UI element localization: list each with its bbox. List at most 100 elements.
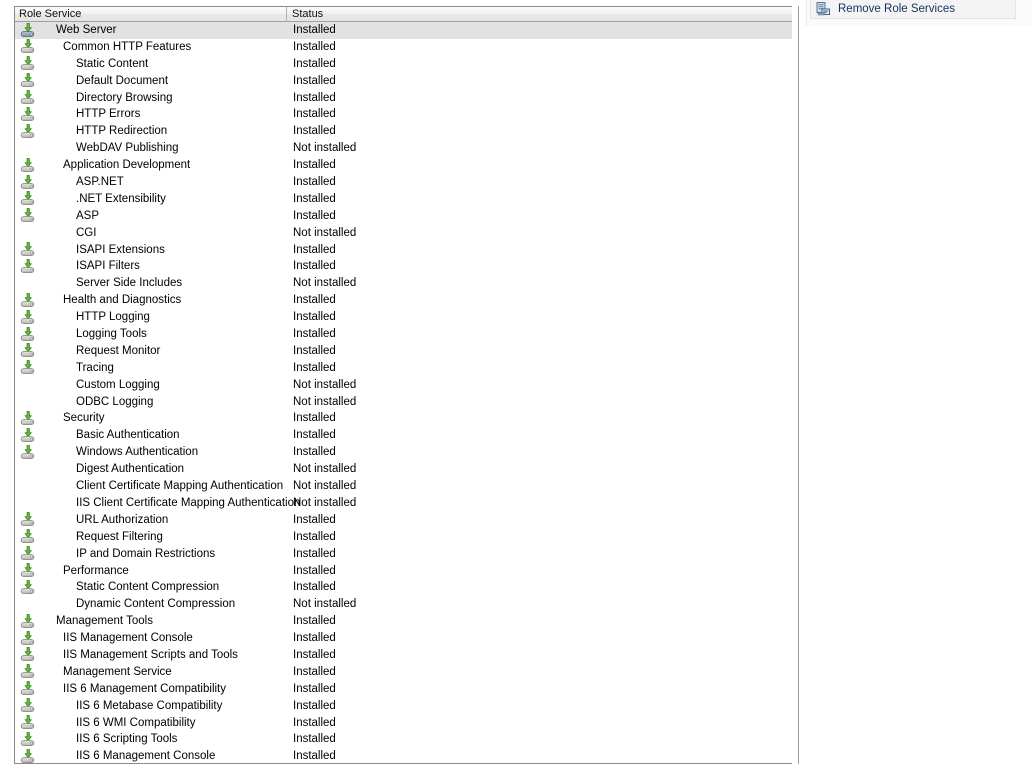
table-row[interactable]: Logging Tools Installed (15, 326, 792, 343)
table-row[interactable]: ASP.NET Installed (15, 174, 792, 191)
table-row[interactable]: IIS 6 Scripting Tools Installed (15, 731, 792, 748)
table-row[interactable]: ISAPI Extensions Installed (15, 242, 792, 259)
table-row[interactable]: Request Monitor Installed (15, 343, 792, 360)
table-row[interactable]: Performance Installed (15, 563, 792, 580)
cell-role-service: Logging Tools (15, 326, 288, 343)
table-row[interactable]: Static Content Compression Installed (15, 579, 792, 596)
role-service-installed-icon (20, 444, 36, 461)
role-service-label: Directory Browsing (76, 91, 173, 104)
table-row[interactable]: Management Service Installed (15, 664, 792, 681)
role-service-label: Static Content Compression (76, 581, 220, 594)
role-service-installed-icon (20, 580, 36, 596)
table-row[interactable]: Digest Authentication Not installed (15, 461, 792, 478)
table-row[interactable]: Client Certificate Mapping Authenticatio… (15, 478, 792, 495)
list-right-gutter (792, 6, 799, 764)
cell-status: Not installed (293, 142, 357, 155)
table-row[interactable]: IIS Client Certificate Mapping Authentic… (15, 495, 792, 512)
table-row[interactable]: Static Content Installed (15, 56, 792, 73)
cell-status: Installed (293, 91, 336, 104)
role-service-installed-icon (20, 664, 36, 680)
table-row[interactable]: .NET Extensibility Installed (15, 191, 792, 208)
cell-status: Installed (293, 665, 336, 678)
cell-status: Installed (293, 40, 336, 53)
cell-status: Installed (293, 682, 336, 695)
table-row[interactable]: Windows Authentication Installed (15, 444, 792, 461)
cell-role-service: Performance (15, 563, 288, 580)
role-service-installed-icon (20, 259, 36, 275)
role-service-installed-icon (20, 647, 36, 663)
cell-role-service: IIS 6 Management Compatibility (15, 681, 288, 698)
table-row[interactable]: HTTP Redirection Installed (15, 123, 792, 140)
role-service-label: Performance (63, 564, 129, 577)
table-row[interactable]: IP and Domain Restrictions Installed (15, 546, 792, 563)
role-service-label: Management Service (63, 665, 172, 678)
cell-status: Installed (293, 648, 336, 661)
table-row[interactable]: IIS 6 Management Console Installed (15, 748, 792, 763)
table-row[interactable]: IIS Management Console Installed (15, 630, 792, 647)
role-service-label: HTTP Errors (76, 108, 141, 121)
role-service-label: URL Authorization (76, 513, 169, 526)
cell-role-service: ISAPI Extensions (15, 242, 288, 259)
cell-role-service: .NET Extensibility (15, 191, 288, 208)
role-service-label: ISAPI Filters (76, 260, 140, 273)
role-service-label: Request Monitor (76, 344, 161, 357)
role-service-installed-icon (20, 411, 36, 427)
table-row[interactable]: Application Development Installed (15, 157, 792, 174)
table-row[interactable]: URL Authorization Installed (15, 512, 792, 529)
table-row[interactable]: Dynamic Content Compression Not installed (15, 596, 792, 613)
role-service-installed-icon (20, 529, 36, 545)
remove-role-services-action[interactable]: Remove Role Services (810, 0, 1016, 19)
table-row[interactable]: ISAPI Filters Installed (15, 258, 792, 275)
table-row[interactable]: Web Server Installed (15, 22, 792, 39)
cell-status: Installed (293, 108, 336, 121)
role-service-label: Default Document (76, 74, 169, 87)
remove-role-services-icon (816, 1, 832, 17)
table-row[interactable]: Management Tools Installed (15, 613, 792, 630)
column-header-role-service[interactable]: Role Service (15, 7, 287, 22)
role-service-installed-icon (20, 343, 36, 359)
table-row[interactable]: Server Side Includes Not installed (15, 275, 792, 292)
cell-role-service: Health and Diagnostics (15, 292, 288, 309)
role-service-installed-icon (20, 208, 36, 224)
role-service-label: .NET Extensibility (76, 192, 166, 205)
role-service-installed-icon (20, 123, 36, 140)
table-row[interactable]: IIS Management Scripts and Tools Installe… (15, 647, 792, 664)
table-row[interactable]: IIS 6 WMI Compatibility Installed (15, 715, 792, 732)
cell-status: Not installed (293, 496, 357, 509)
table-row[interactable]: Default Document Installed (15, 73, 792, 90)
role-service-label: Management Tools (56, 615, 153, 628)
table-row[interactable]: Security Installed (15, 410, 792, 427)
role-service-installed-icon (20, 563, 36, 579)
table-row[interactable]: Tracing Installed (15, 360, 792, 377)
cell-status: Installed (293, 311, 336, 324)
table-row[interactable]: Request Filtering Installed (15, 529, 792, 546)
table-row[interactable]: IIS 6 Metabase Compatibility Installed (15, 698, 792, 715)
table-row[interactable]: HTTP Logging Installed (15, 309, 792, 326)
role-services-listview[interactable]: Role Service Status Web Server Installed … (14, 6, 792, 764)
table-row[interactable]: WebDAV Publishing Not installed (15, 140, 792, 157)
table-row[interactable]: CGI Not installed (15, 225, 792, 242)
table-row[interactable]: Common HTTP Features Installed (15, 39, 792, 56)
actions-pane: Remove Role Services (810, 0, 1032, 24)
table-row[interactable]: ASP Installed (15, 208, 792, 225)
table-row[interactable]: ODBC Logging Not installed (15, 394, 792, 411)
cell-role-service: Management Service (15, 664, 288, 681)
table-row[interactable]: HTTP Errors Installed (15, 106, 792, 123)
role-service-installed-icon (20, 681, 36, 697)
cell-role-service: Default Document (15, 73, 288, 90)
table-row[interactable]: Custom Logging Not installed (15, 377, 792, 394)
table-row[interactable]: Health and Diagnostics Installed (15, 292, 792, 309)
column-header-status[interactable]: Status (287, 7, 792, 22)
cell-role-service: Custom Logging (15, 377, 288, 394)
role-service-label: IIS 6 WMI Compatibility (76, 716, 196, 729)
role-service-installed-icon (20, 157, 36, 174)
table-row[interactable]: IIS 6 Management Compatibility Installed (15, 681, 792, 698)
role-service-installed-icon (20, 22, 36, 39)
table-row[interactable]: Directory Browsing Installed (15, 90, 792, 107)
cell-status: Installed (293, 750, 336, 763)
cell-role-service: Static Content Compression (15, 579, 288, 596)
table-row[interactable]: Basic Authentication Installed (15, 427, 792, 444)
role-service-label: Security (63, 412, 105, 425)
cell-status: Installed (293, 581, 336, 594)
cell-role-service: Windows Authentication (15, 444, 288, 461)
